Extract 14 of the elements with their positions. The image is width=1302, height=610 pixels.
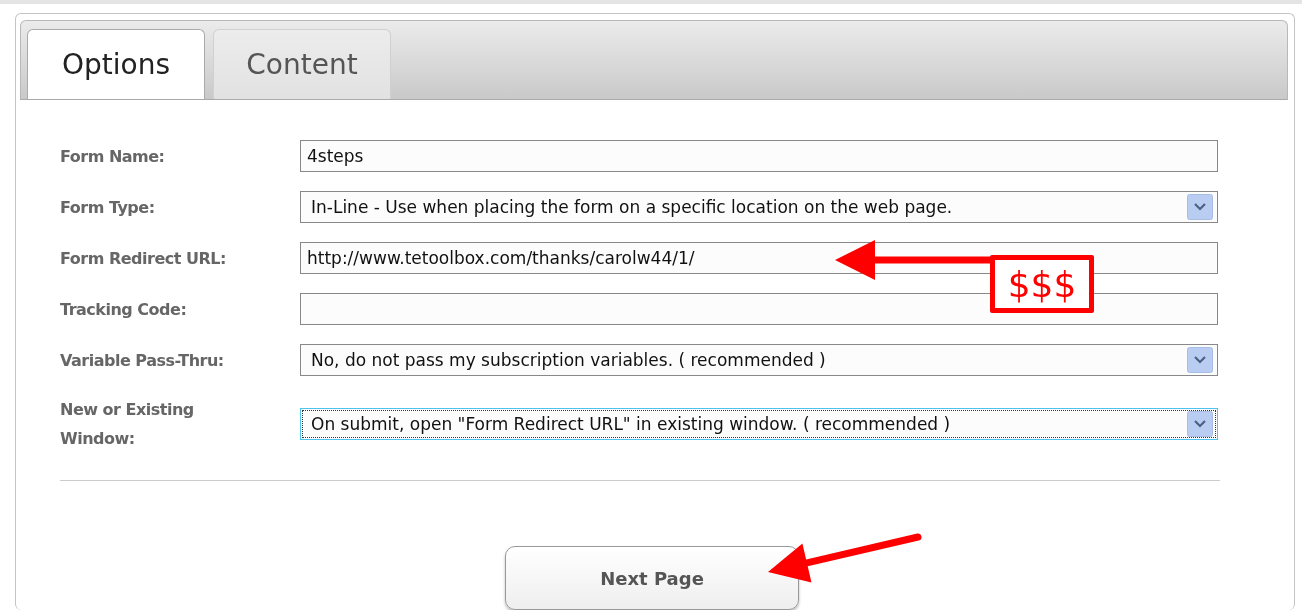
field-label: Form Type: [60,196,156,219]
dropdown-field[interactable]: No, do not pass my subscription variables. ( recommended ) [300,344,1218,376]
field-label: New or Existing Window: [60,399,195,450]
input-field[interactable]: 4steps [300,140,1218,172]
next-page-button[interactable]: Next Page [505,546,799,610]
field-label: Form Name: [60,145,166,168]
field-label: Form Redirect URL: [60,247,227,270]
callout-label: $$$ [990,255,1094,313]
field-label: Variable Pass-Thru: [60,349,225,372]
dropdown-field[interactable]: On submit, open "Form Redirect URL" in existing window. ( recommended ) [300,408,1218,440]
dropdown-field[interactable]: In-Line - Use when placing the form on a specific location on the web page. [300,191,1218,223]
field-label: Tracking Code: [60,298,188,321]
tab[interactable]: Options [27,29,205,99]
tab[interactable]: Content [213,29,391,99]
